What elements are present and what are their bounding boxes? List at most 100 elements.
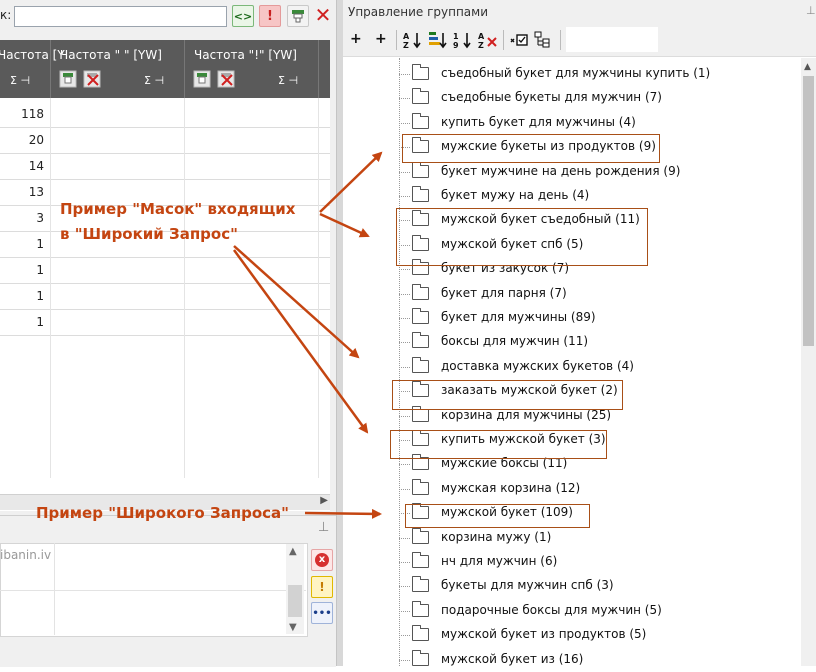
- info-button[interactable]: •••: [311, 602, 333, 624]
- tree-scroll-thumb[interactable]: [803, 76, 814, 346]
- tree-item[interactable]: боксы для мужчин (11): [399, 330, 799, 354]
- header-separator[interactable]: [318, 40, 319, 98]
- tree-item[interactable]: мужская корзина (12): [399, 477, 799, 501]
- tree-item-label: боксы для мужчин (11): [441, 334, 589, 349]
- arrows-icon: <>: [233, 9, 253, 23]
- header-separator[interactable]: [184, 40, 185, 98]
- table-cell: 1: [36, 289, 44, 303]
- tree-item-label: мужской букет из продуктов (5): [441, 627, 647, 642]
- warnings-button[interactable]: !: [311, 576, 333, 598]
- tree-connector: [399, 98, 410, 100]
- folder-icon: [412, 478, 429, 495]
- annotation-masks-line1: Пример "Масок" входящих: [60, 200, 296, 218]
- tree-connector: [399, 659, 410, 661]
- table-cell: 13: [28, 185, 44, 199]
- tree-item-label: букет мужу на день (4): [441, 188, 590, 202]
- pin-icon[interactable]: ⊥: [318, 520, 329, 535]
- folder-icon: [412, 88, 429, 105]
- col3-filter-icons[interactable]: [193, 70, 239, 88]
- expand-arrows-button[interactable]: <>: [232, 5, 254, 27]
- filter-input[interactable]: [14, 6, 227, 27]
- folder-icon: [412, 454, 429, 471]
- sort-color-icon[interactable]: [428, 30, 448, 50]
- filter-label: к:: [0, 8, 12, 22]
- tree-item[interactable]: букет для парня (7): [399, 282, 799, 306]
- tree-connector: [399, 635, 410, 637]
- annotation-broad-query: Пример "Широкого Запроса": [36, 504, 289, 522]
- tree-item-label: съедобные букеты для мужчин (7): [441, 90, 662, 105]
- error-icon: x: [315, 553, 329, 567]
- tree-connector: [399, 342, 410, 344]
- col-divider: [50, 98, 51, 478]
- tree-item-label: букеты для мужчин спб (3): [441, 578, 614, 593]
- checkbox-toggle-icon[interactable]: [509, 30, 529, 50]
- tree-item[interactable]: подарочные боксы для мужчин (5): [399, 599, 799, 623]
- highlight-box: [392, 380, 623, 410]
- tree-item[interactable]: букет мужчине на день рождения (9): [399, 160, 799, 184]
- col-header-1[interactable]: Частота [Y: [0, 48, 65, 62]
- folder-icon: [412, 112, 429, 129]
- sort-numeric-icon[interactable]: 19: [453, 30, 473, 50]
- tree-item[interactable]: съедобный букет для мужчины купить (1): [399, 62, 799, 86]
- tree-connector: [399, 171, 410, 173]
- exclamation-icon: !: [267, 8, 273, 24]
- toolbar-separator: [503, 30, 504, 50]
- folder-icon: [412, 64, 429, 80]
- folder-icon: [412, 649, 429, 666]
- tree-view-icon[interactable]: [533, 30, 553, 50]
- add-group-icon[interactable]: +: [350, 31, 362, 47]
- folder-icon: [412, 576, 429, 593]
- tree-item[interactable]: купить букет для мужчины (4): [399, 111, 799, 135]
- col-icons-3: Σ ⊣: [278, 74, 299, 87]
- col-header-2[interactable]: Частота " " [YW]: [60, 48, 162, 62]
- tree-connector: [399, 318, 410, 319]
- errors-button[interactable]: x: [311, 549, 333, 571]
- tree-item[interactable]: мужской букет из (16): [399, 648, 799, 672]
- tree-item[interactable]: мужской букет из продуктов (5): [399, 623, 799, 647]
- filter-button[interactable]: [287, 5, 309, 27]
- folder-icon: [412, 405, 429, 422]
- scroll-up-icon[interactable]: ▲: [289, 546, 297, 557]
- tree-connector: [399, 415, 410, 417]
- col2-filter-icons[interactable]: [59, 70, 105, 88]
- tree-item[interactable]: съедобные букеты для мужчин (7): [399, 86, 799, 110]
- log-scroll-thumb[interactable]: [288, 585, 302, 617]
- tree-item-label: купить букет для мужчины (4): [441, 114, 636, 129]
- scroll-right-icon[interactable]: ▶: [320, 495, 328, 506]
- tree-connector: [399, 366, 410, 368]
- toolbar-separator: [560, 30, 561, 50]
- tree-item[interactable]: букет для мужчины (89): [399, 306, 799, 330]
- col-divider: [318, 98, 319, 478]
- table-cell: 1: [36, 315, 44, 329]
- header-separator[interactable]: [50, 40, 51, 98]
- tree-item[interactable]: корзина мужу (1): [399, 526, 799, 550]
- close-button[interactable]: ✕: [313, 3, 333, 27]
- tree-connector: [399, 269, 410, 271]
- tree-item-label: съедобный букет для мужчины купить (1): [441, 66, 711, 80]
- tree-item-label: подарочные боксы для мужчин (5): [441, 602, 662, 617]
- tree-item[interactable]: нч для мужчин (6): [399, 550, 799, 574]
- toolbar-separator: [396, 30, 397, 50]
- table-cell: 1: [36, 263, 44, 277]
- tree-item[interactable]: букет мужу на день (4): [399, 184, 799, 208]
- tree-item[interactable]: доставка мужских букетов (4): [399, 355, 799, 379]
- clear-sort-icon[interactable]: AZ: [478, 30, 498, 50]
- tree-connector: [399, 293, 410, 295]
- scroll-down-icon[interactable]: ▼: [289, 622, 297, 633]
- add-subgroup-icon[interactable]: +: [375, 31, 387, 47]
- folder-icon: [412, 308, 429, 324]
- sort-az-icon[interactable]: AZ: [403, 30, 423, 50]
- group-search-input[interactable]: [566, 27, 658, 52]
- col-header-3[interactable]: Частота "!" [YW]: [194, 48, 297, 62]
- tree-item-label: мужская корзина (12): [441, 480, 581, 495]
- exclaim-button[interactable]: !: [259, 5, 281, 27]
- tree-item[interactable]: букеты для мужчин спб (3): [399, 574, 799, 598]
- pin-icon[interactable]: ⊥: [806, 4, 816, 17]
- scroll-up-icon[interactable]: ▲: [804, 62, 811, 72]
- tree-item-label: корзина мужу (1): [441, 529, 552, 544]
- highlight-box: [396, 208, 648, 266]
- tree-connector: [399, 562, 410, 563]
- tree-item-label: мужской букет из (16): [441, 651, 584, 666]
- tree-item-label: букет для парня (7): [441, 285, 567, 300]
- folder-icon: [412, 625, 429, 642]
